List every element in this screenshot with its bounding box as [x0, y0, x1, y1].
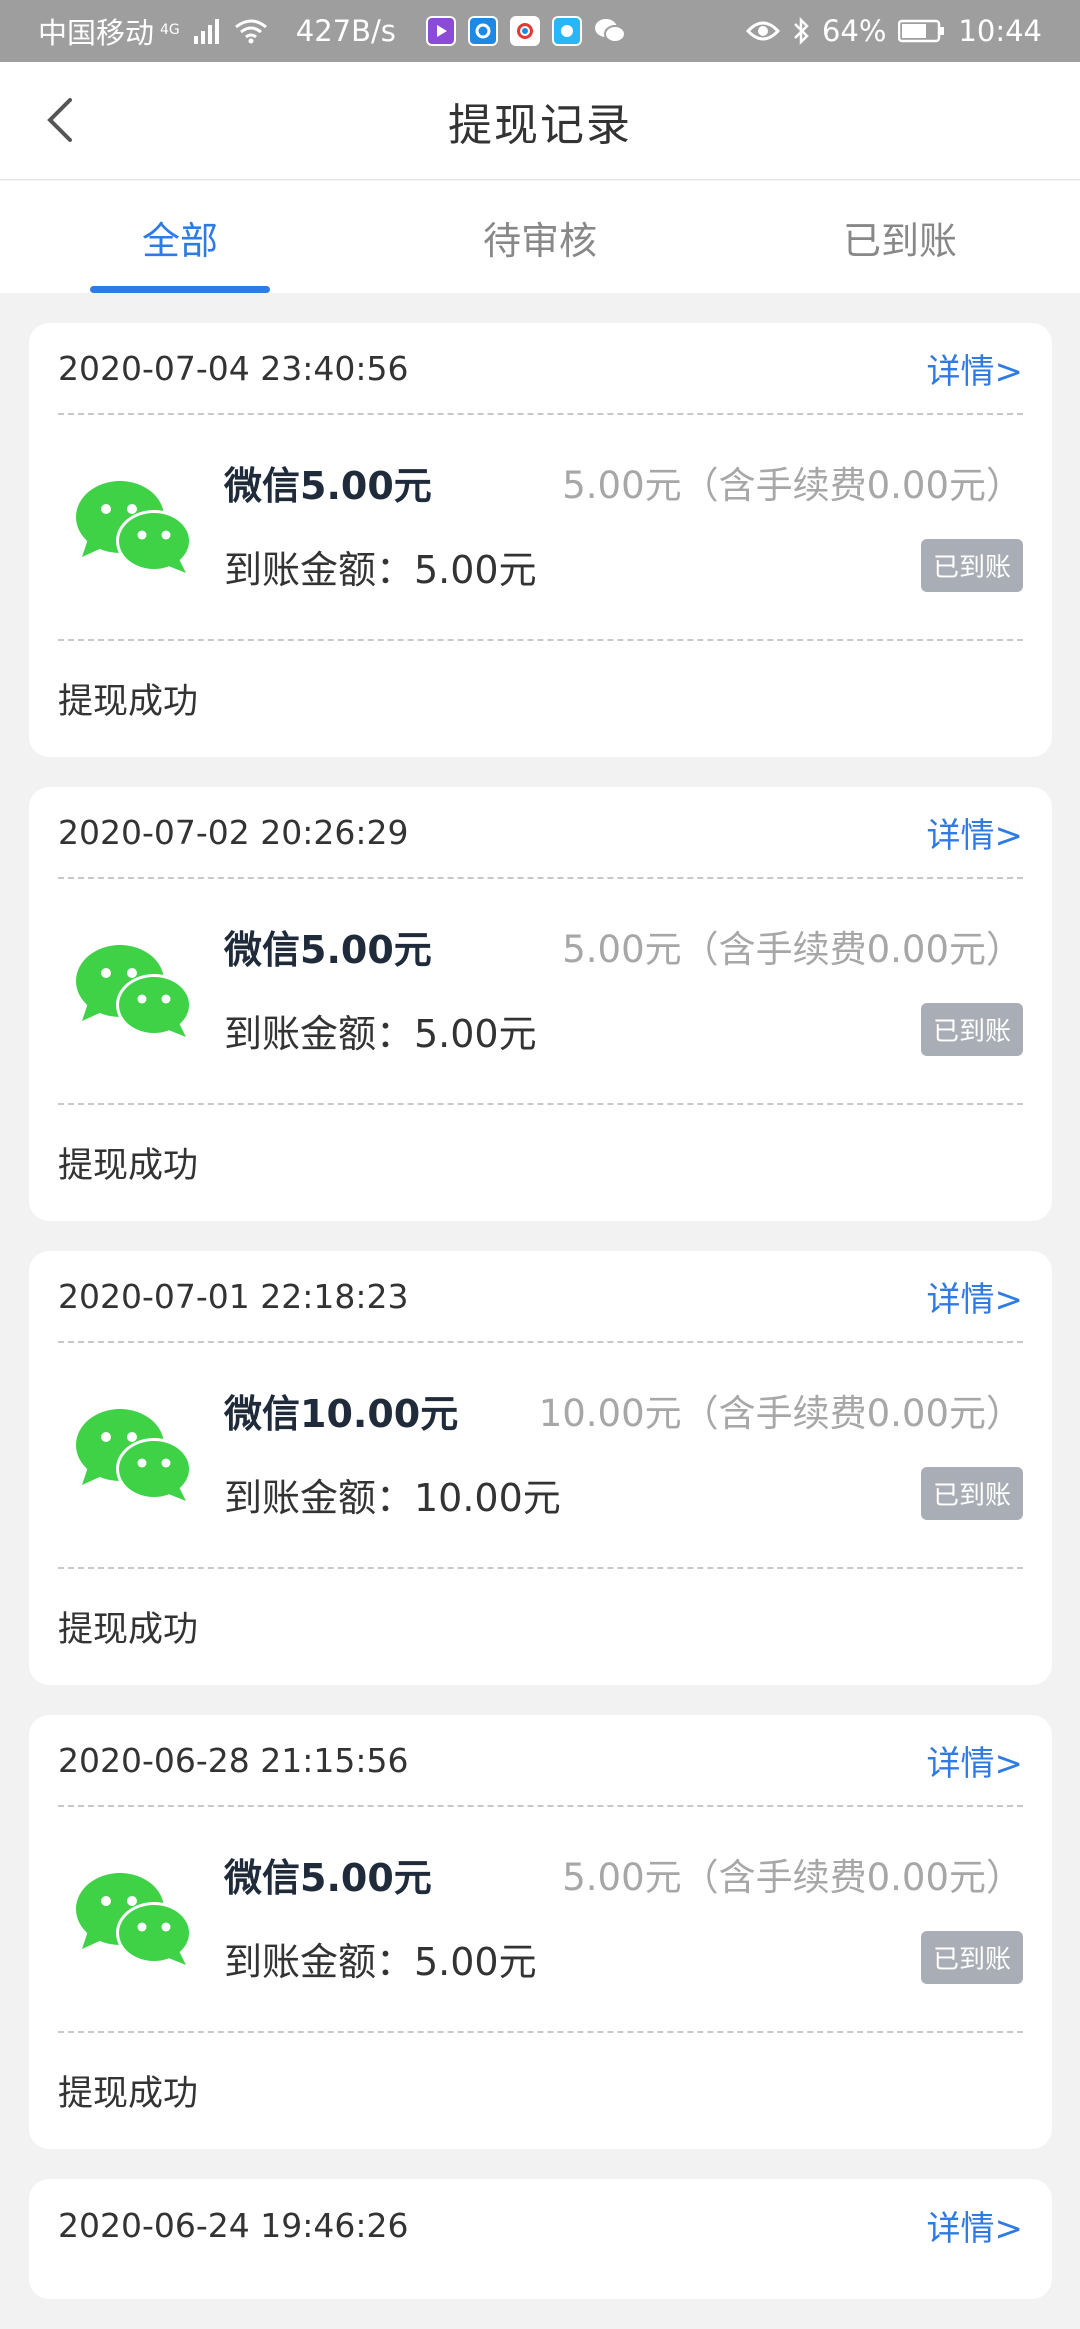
eye-icon	[745, 21, 780, 41]
record-title: 微信10.00元	[224, 1392, 459, 1436]
record-time: 2020-07-04 23:40:56	[58, 348, 409, 388]
app-browser-icon	[467, 16, 498, 46]
net-speed: 427B/s	[295, 14, 396, 48]
record-card: 2020-06-24 19:46:26 详情>	[29, 2179, 1052, 2299]
wechat-icon	[76, 1873, 192, 1965]
record-arrive-amount: 到账金额：5.00元	[224, 1940, 537, 1984]
record-body: 微信5.00元 5.00元（含手续费0.00元） 到账金额：5.00元 已到账	[58, 1807, 1023, 2033]
battery-icon	[898, 19, 945, 43]
detail-link[interactable]: 详情>	[927, 808, 1024, 857]
status-badge: 已到账	[920, 539, 1023, 592]
wechat-icon	[76, 1409, 192, 1501]
network-label: 4G	[160, 22, 180, 38]
chevron-left-icon	[47, 98, 72, 142]
record-card: 2020-06-28 21:15:56 详情> 微信5.00元 5.00元（含手…	[29, 1715, 1052, 2149]
wechat-status-icon	[594, 19, 626, 43]
record-time: 2020-06-24 19:46:26	[58, 2205, 409, 2245]
tab-all[interactable]: 全部	[0, 181, 360, 293]
status-left: 中国移动 4G 427B/s	[38, 10, 626, 52]
carrier-label: 中国移动	[38, 16, 155, 50]
record-time: 2020-07-02 20:26:29	[58, 812, 409, 852]
status-badge: 已到账	[920, 1467, 1023, 1520]
wechat-icon	[76, 945, 192, 1037]
status-badge: 已到账	[920, 1931, 1023, 1984]
record-info: 微信5.00元 5.00元（含手续费0.00元） 到账金额：5.00元 已到账	[224, 447, 1023, 607]
tab-pending[interactable]: 待审核	[360, 181, 720, 293]
record-header: 2020-06-28 21:15:56 详情>	[58, 1715, 1023, 1807]
record-result: 提现成功	[58, 1609, 199, 1650]
battery-percent: 64%	[821, 14, 887, 48]
record-info: 微信10.00元 10.00元（含手续费0.00元） 到账金额：10.00元 已…	[224, 1375, 1023, 1535]
record-header: 2020-07-02 20:26:29 详情>	[58, 787, 1023, 879]
record-header: 2020-06-24 19:46:26 详情>	[58, 2179, 1023, 2271]
record-info: 微信5.00元 5.00元（含手续费0.00元） 到账金额：5.00元 已到账	[224, 1839, 1023, 1999]
detail-link[interactable]: 详情>	[927, 344, 1024, 393]
record-arrive-amount: 到账金额：5.00元	[224, 548, 537, 592]
record-result: 提现成功	[58, 2073, 199, 2114]
record-header: 2020-07-04 23:40:56 详情>	[58, 323, 1023, 415]
record-fee: 10.00元（含手续费0.00元）	[538, 1392, 1023, 1435]
record-result: 提现成功	[58, 1145, 199, 1186]
status-bar: 中国移动 4G 427B/s 64% 10:44	[0, 0, 1080, 62]
record-fee: 5.00元（含手续费0.00元）	[562, 1856, 1023, 1899]
detail-link[interactable]: 详情>	[927, 1736, 1024, 1785]
status-right: 64% 10:44	[745, 14, 1042, 48]
record-title: 微信5.00元	[224, 928, 432, 972]
wechat-icon	[76, 481, 192, 573]
detail-link[interactable]: 详情>	[927, 2201, 1024, 2250]
withdraw-record-list: 2020-07-04 23:40:56 详情> 微信5.00元 5.00元（含手…	[29, 323, 1052, 2329]
record-body: 微信5.00元 5.00元（含手续费0.00元） 到账金额：5.00元 已到账	[58, 415, 1023, 641]
record-arrive-amount: 到账金额：10.00元	[224, 1476, 561, 1520]
wifi-icon	[234, 19, 267, 44]
app-chrome-icon	[509, 16, 540, 46]
clock: 10:44	[958, 14, 1042, 48]
record-time: 2020-06-28 21:15:56	[58, 1740, 409, 1780]
nav-bar: 提现记录	[0, 62, 1080, 180]
app-qq-browser-icon	[551, 16, 582, 46]
record-title: 微信5.00元	[224, 1856, 432, 1900]
record-time: 2020-07-01 22:18:23	[58, 1276, 409, 1316]
record-body: 微信5.00元 5.00元（含手续费0.00元） 到账金额：5.00元 已到账	[58, 879, 1023, 1105]
record-header: 2020-07-01 22:18:23 详情>	[58, 1251, 1023, 1343]
back-button[interactable]	[32, 92, 88, 148]
record-title: 微信5.00元	[224, 464, 432, 508]
record-card: 2020-07-01 22:18:23 详情> 微信10.00元 10.00元（…	[29, 1251, 1052, 1685]
tab-bar: 全部 待审核 已到账	[0, 181, 1080, 293]
record-arrive-amount: 到账金额：5.00元	[224, 1012, 537, 1056]
record-info: 微信5.00元 5.00元（含手续费0.00元） 到账金额：5.00元 已到账	[224, 911, 1023, 1071]
page-title: 提现记录	[448, 99, 632, 151]
record-card: 2020-07-02 20:26:29 详情> 微信5.00元 5.00元（含手…	[29, 787, 1052, 1221]
signal-icon	[193, 19, 219, 44]
status-badge: 已到账	[920, 1003, 1023, 1056]
app-video-icon	[425, 16, 456, 46]
tab-arrived[interactable]: 已到账	[720, 181, 1080, 293]
detail-link[interactable]: 详情>	[927, 1272, 1024, 1321]
bluetooth-icon	[794, 16, 809, 46]
record-card: 2020-07-04 23:40:56 详情> 微信5.00元 5.00元（含手…	[29, 323, 1052, 757]
record-fee: 5.00元（含手续费0.00元）	[562, 928, 1023, 971]
record-fee: 5.00元（含手续费0.00元）	[562, 464, 1023, 507]
record-body: 微信10.00元 10.00元（含手续费0.00元） 到账金额：10.00元 已…	[58, 1343, 1023, 1569]
record-result: 提现成功	[58, 681, 199, 722]
